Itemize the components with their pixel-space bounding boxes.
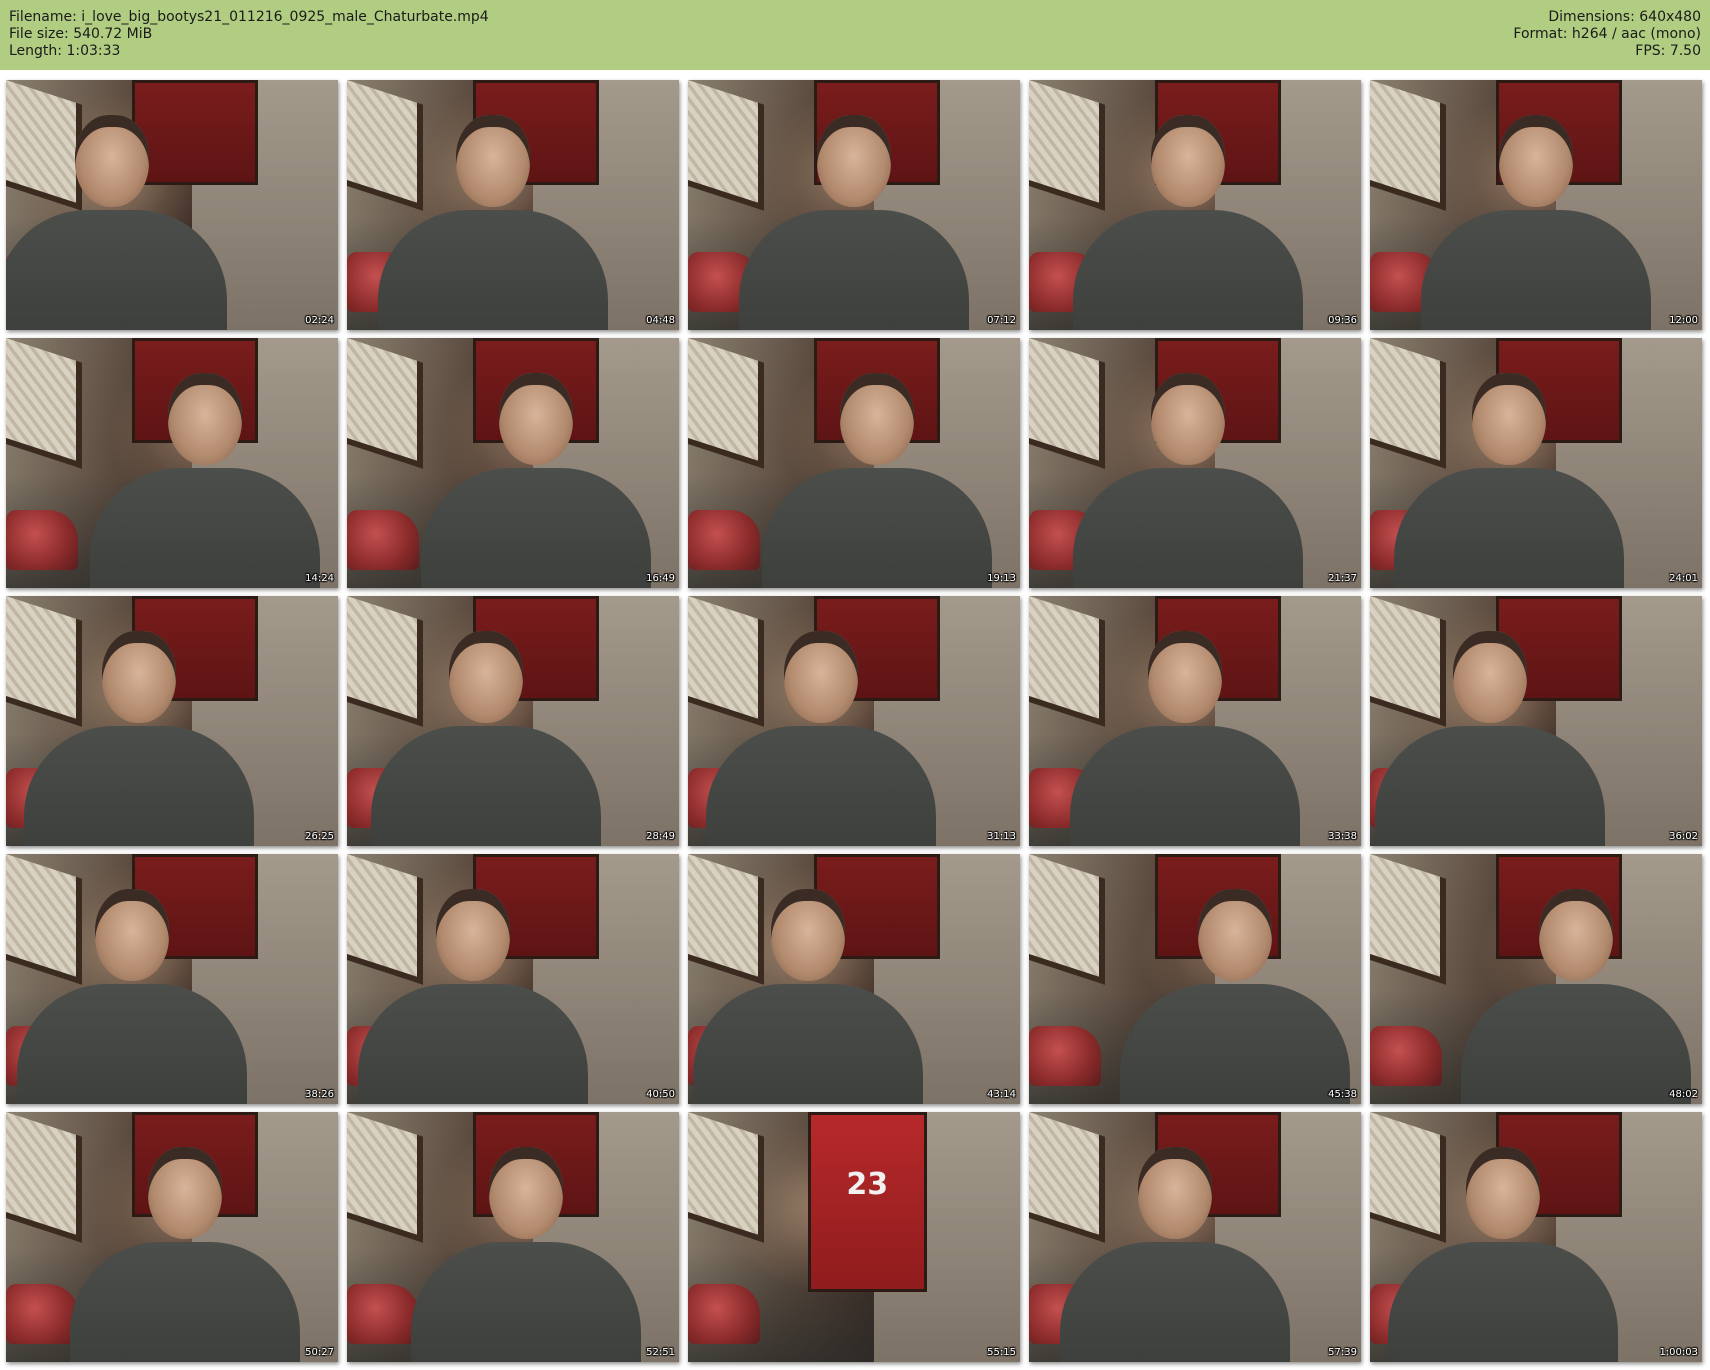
- info-header: Filename: i_love_big_bootys21_011216_092…: [0, 0, 1710, 70]
- timestamp-label: 24:01: [1669, 573, 1698, 584]
- timestamp-label: 33:38: [1328, 831, 1357, 842]
- thumbnail-13: 31:13: [688, 596, 1020, 846]
- thumbnail-8: 19:13: [688, 338, 1020, 588]
- thumbnail-23: 23 55:15: [688, 1112, 1020, 1362]
- thumbnail-2: 04:48: [347, 80, 679, 330]
- thumbnail-7: 16:49: [347, 338, 679, 588]
- timestamp-label: 19:13: [987, 573, 1016, 584]
- thumbnail-14: 33:38: [1029, 596, 1361, 846]
- thumbnail-15: 36:02: [1370, 596, 1702, 846]
- timestamp-label: 09:36: [1328, 315, 1357, 326]
- thumbnail-3: 07:12: [688, 80, 1020, 330]
- file-info: Filename: i_love_big_bootys21_011216_092…: [9, 9, 489, 60]
- timestamp-label: 16:49: [646, 573, 675, 584]
- dimensions-text: Dimensions: 640x480: [1548, 9, 1701, 25]
- timestamp-label: 12:00: [1669, 315, 1698, 326]
- timestamp-label: 43:14: [987, 1089, 1016, 1100]
- thumbnail-9: 21:37: [1029, 338, 1361, 588]
- filesize-text: File size: 540.72 MiB: [9, 26, 153, 42]
- thumbnail-16: 38:26: [6, 854, 338, 1104]
- timestamp-label: 1:00:03: [1659, 1347, 1698, 1358]
- timestamp-label: 04:48: [646, 315, 675, 326]
- thumbnail-17: 40:50: [347, 854, 679, 1104]
- timestamp-label: 45:38: [1328, 1089, 1357, 1100]
- timestamp-label: 55:15: [987, 1347, 1016, 1358]
- length-text: Length: 1:03:33: [9, 43, 121, 59]
- timestamp-label: 48:02: [1669, 1089, 1698, 1100]
- timestamp-label: 28:49: [646, 831, 675, 842]
- timestamp-label: 14:24: [305, 573, 334, 584]
- thumbnail-24: 57:39: [1029, 1112, 1361, 1362]
- thumbnail-25: 1:00:03: [1370, 1112, 1702, 1362]
- timestamp-label: 07:12: [987, 315, 1016, 326]
- timestamp-label: 52:51: [646, 1347, 675, 1358]
- thumbnail-5: 12:00: [1370, 80, 1702, 330]
- timestamp-label: 36:02: [1669, 831, 1698, 842]
- filename-text: Filename: i_love_big_bootys21_011216_092…: [9, 9, 489, 25]
- timestamp-label: 02:24: [305, 315, 334, 326]
- format-text: Format: h264 / aac (mono): [1513, 26, 1701, 42]
- timestamp-label: 38:26: [305, 1089, 334, 1100]
- thumbnail-18: 43:14: [688, 854, 1020, 1104]
- thumbnail-grid: 02:24 04:48 07:12 09:36 12:00 14:24 16:4…: [0, 70, 1710, 1370]
- thumbnail-22: 52:51: [347, 1112, 679, 1362]
- timestamp-label: 57:39: [1328, 1347, 1357, 1358]
- timestamp-label: 21:37: [1328, 573, 1357, 584]
- thumbnail-10: 24:01: [1370, 338, 1702, 588]
- timestamp-label: 31:13: [987, 831, 1016, 842]
- timestamp-label: 40:50: [646, 1089, 675, 1100]
- timestamp-label: 50:27: [305, 1347, 334, 1358]
- thumbnail-19: 45:38: [1029, 854, 1361, 1104]
- thumbnail-12: 28:49: [347, 596, 679, 846]
- thumbnail-11: 26:25: [6, 596, 338, 846]
- thumbnail-20: 48:02: [1370, 854, 1702, 1104]
- jersey-number: 23: [846, 1167, 889, 1203]
- timestamp-label: 26:25: [305, 831, 334, 842]
- thumbnail-21: 50:27: [6, 1112, 338, 1362]
- thumbnail-4: 09:36: [1029, 80, 1361, 330]
- thumbnail-6: 14:24: [6, 338, 338, 588]
- thumbnail-1: 02:24: [6, 80, 338, 330]
- video-info: Dimensions: 640x480 Format: h264 / aac (…: [1513, 9, 1701, 60]
- fps-text: FPS: 7.50: [1635, 43, 1701, 59]
